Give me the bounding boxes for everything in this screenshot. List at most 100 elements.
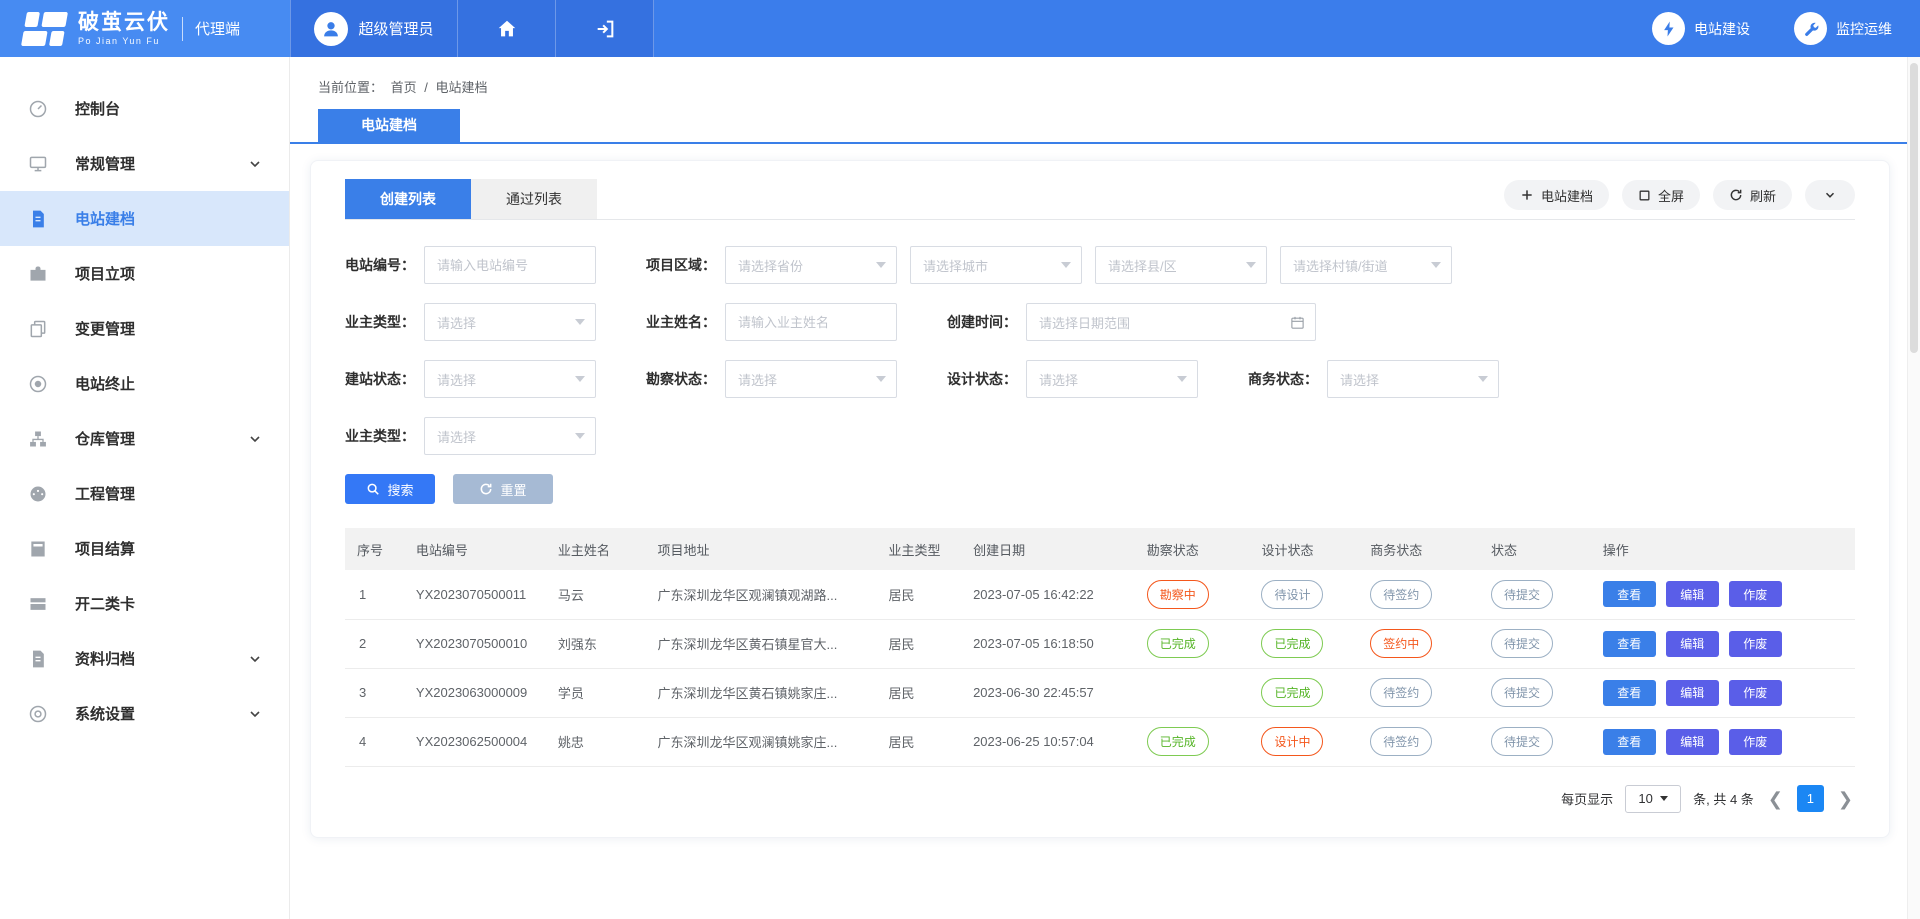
village-select[interactable]: 请选择村镇/街道 bbox=[1280, 246, 1452, 284]
sidebar-item-project-settlement[interactable]: 项目结算 bbox=[0, 521, 289, 576]
owner-type-select[interactable]: 请选择 bbox=[424, 303, 596, 341]
sidebar: 控制台 常规管理 电站建档 项目立项 变更管理 电站终止 bbox=[0, 57, 290, 919]
sidebar-item-open-class2-card[interactable]: 开二类卡 bbox=[0, 576, 289, 631]
user-icon bbox=[320, 18, 342, 40]
logo-icon bbox=[21, 10, 70, 48]
reset-button[interactable]: 重置 bbox=[453, 474, 553, 504]
prev-page-button[interactable]: ❮ bbox=[1766, 790, 1785, 808]
sidebar-item-general-mgmt[interactable]: 常规管理 bbox=[0, 136, 289, 191]
edit-button[interactable]: 编辑 bbox=[1666, 631, 1719, 657]
breadcrumb-separator: / bbox=[424, 80, 428, 95]
sidebar-item-engineering-mgmt[interactable]: 工程管理 bbox=[0, 466, 289, 521]
tab-create-list[interactable]: 创建列表 bbox=[345, 179, 471, 219]
collapse-button[interactable] bbox=[1805, 180, 1855, 210]
status-badge: 已完成 bbox=[1147, 629, 1209, 658]
design-status-label: 设计状态： bbox=[947, 369, 1017, 389]
status-badge: 待提交 bbox=[1491, 580, 1553, 609]
reset-icon bbox=[479, 482, 493, 496]
refresh-button[interactable]: 刷新 bbox=[1713, 180, 1792, 210]
logout-button[interactable] bbox=[556, 0, 654, 57]
void-button[interactable]: 作废 bbox=[1729, 680, 1782, 706]
province-select[interactable]: 请选择省份 bbox=[725, 246, 897, 284]
business-status-label: 商务状态： bbox=[1248, 369, 1318, 389]
owner-name-input[interactable] bbox=[725, 303, 897, 341]
chevron-down-icon bbox=[1823, 188, 1837, 202]
view-button[interactable]: 查看 bbox=[1603, 631, 1656, 657]
station-no-input[interactable] bbox=[424, 246, 596, 284]
station-no-label: 电站编号： bbox=[345, 255, 415, 275]
page-tab-station-archive[interactable]: 电站建档 bbox=[318, 109, 460, 142]
per-page-select[interactable]: 10 bbox=[1625, 785, 1681, 813]
home-button[interactable] bbox=[458, 0, 556, 57]
copy-icon bbox=[28, 319, 48, 339]
scrollbar-thumb[interactable] bbox=[1910, 63, 1918, 353]
sitemap-icon bbox=[28, 429, 48, 449]
next-page-button[interactable]: ❯ bbox=[1836, 790, 1855, 808]
briefcase-icon bbox=[28, 264, 48, 284]
edit-button[interactable]: 编辑 bbox=[1666, 729, 1719, 755]
target-icon bbox=[28, 374, 48, 394]
chevron-down-icon bbox=[247, 706, 263, 722]
breadcrumb-home[interactable]: 首页 bbox=[391, 80, 417, 95]
county-select[interactable]: 请选择县/区 bbox=[1095, 246, 1267, 284]
void-button[interactable]: 作废 bbox=[1729, 631, 1782, 657]
owner-type2-select[interactable]: 请选择 bbox=[424, 417, 596, 455]
build-status-select[interactable]: 请选择 bbox=[424, 360, 596, 398]
page-number-button[interactable]: 1 bbox=[1797, 785, 1824, 812]
status-badge: 已完成 bbox=[1147, 727, 1209, 756]
table-row: 1 YX2023070500011 马云 广东深圳龙华区观澜镇观湖路... 居民… bbox=[345, 570, 1855, 619]
sidebar-item-console[interactable]: 控制台 bbox=[0, 81, 289, 136]
nav-monitor-ops[interactable]: 监控运维 bbox=[1794, 12, 1892, 45]
username: 超级管理员 bbox=[358, 18, 433, 39]
sidebar-item-change-mgmt[interactable]: 变更管理 bbox=[0, 301, 289, 356]
caret-down-icon bbox=[1061, 262, 1071, 268]
search-icon bbox=[366, 482, 380, 496]
status-badge: 待签约 bbox=[1370, 727, 1432, 756]
search-button[interactable]: 搜索 bbox=[345, 474, 435, 504]
status-badge: 待设计 bbox=[1261, 580, 1323, 609]
user-menu[interactable]: 超级管理员 bbox=[290, 0, 458, 57]
scrollbar-track bbox=[1907, 57, 1920, 919]
date-range-picker[interactable]: 请选择日期范围 bbox=[1026, 303, 1316, 341]
status-badge: 勘察中 bbox=[1147, 580, 1209, 609]
brand-logo: 破茧云伏 Po Jian Yun Fu 代理端 bbox=[0, 0, 290, 57]
tab-passed-list[interactable]: 通过列表 bbox=[471, 179, 597, 219]
caret-down-icon bbox=[876, 262, 886, 268]
avatar bbox=[314, 12, 348, 46]
edit-button[interactable]: 编辑 bbox=[1666, 581, 1719, 607]
nav-station-construction[interactable]: 电站建设 bbox=[1652, 12, 1750, 45]
owner-type-label: 业主类型： bbox=[345, 312, 415, 332]
settings-icon bbox=[28, 704, 48, 724]
archive-file-icon bbox=[28, 649, 48, 669]
calculator-icon bbox=[28, 539, 48, 559]
status-badge: 待签约 bbox=[1370, 678, 1432, 707]
survey-status-select[interactable]: 请选择 bbox=[725, 360, 897, 398]
nav-label: 监控运维 bbox=[1836, 19, 1892, 39]
pagination: 每页显示 10 条, 共 4 条 ❮ 1 ❯ bbox=[345, 785, 1855, 813]
sidebar-item-system-settings[interactable]: 系统设置 bbox=[0, 686, 289, 741]
sidebar-item-project-initiation[interactable]: 项目立项 bbox=[0, 246, 289, 301]
station-code: YX2023070500011 bbox=[410, 570, 552, 619]
table-row: 2 YX2023070500010 刘强东 广东深圳龙华区黄石镇星官大... 居… bbox=[345, 619, 1855, 668]
edit-button[interactable]: 编辑 bbox=[1666, 680, 1719, 706]
breadcrumb-current: 电站建档 bbox=[436, 80, 488, 95]
brand-divider bbox=[182, 17, 183, 41]
city-select[interactable]: 请选择城市 bbox=[910, 246, 1082, 284]
void-button[interactable]: 作废 bbox=[1729, 729, 1782, 755]
business-status-select[interactable]: 请选择 bbox=[1327, 360, 1499, 398]
create-station-button[interactable]: 电站建档 bbox=[1504, 180, 1609, 210]
design-status-select[interactable]: 请选择 bbox=[1026, 360, 1198, 398]
sidebar-item-station-termination[interactable]: 电站终止 bbox=[0, 356, 289, 411]
table-row: 4 YX2023062500004 姚忠 广东深圳龙华区观澜镇姚家庄... 居民… bbox=[345, 717, 1855, 766]
sidebar-item-data-archive[interactable]: 资料归档 bbox=[0, 631, 289, 686]
document-icon bbox=[28, 209, 48, 229]
void-button[interactable]: 作废 bbox=[1729, 581, 1782, 607]
caret-down-icon bbox=[1177, 376, 1187, 382]
chevron-down-icon bbox=[247, 156, 263, 172]
view-button[interactable]: 查看 bbox=[1603, 729, 1656, 755]
sidebar-item-warehouse-mgmt[interactable]: 仓库管理 bbox=[0, 411, 289, 466]
fullscreen-button[interactable]: 全屏 bbox=[1622, 180, 1700, 210]
sidebar-item-station-archive[interactable]: 电站建档 bbox=[0, 191, 289, 246]
view-button[interactable]: 查看 bbox=[1603, 680, 1656, 706]
view-button[interactable]: 查看 bbox=[1603, 581, 1656, 607]
